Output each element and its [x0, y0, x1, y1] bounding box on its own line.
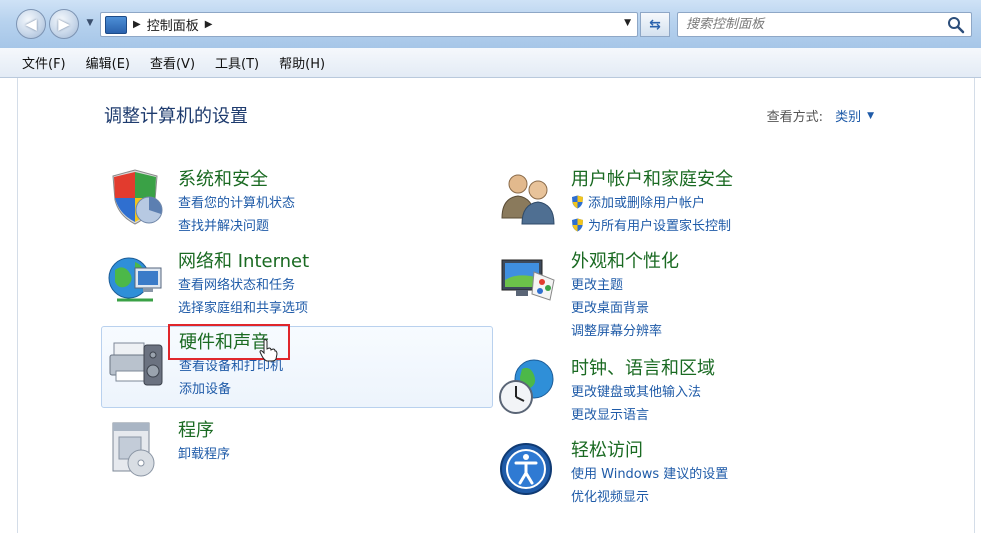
link-troubleshoot[interactable]: 查找并解决问题	[178, 215, 269, 234]
link-change-display-language[interactable]: 更改显示语言	[571, 404, 649, 423]
link-view-computer-status[interactable]: 查看您的计算机状态	[178, 192, 295, 211]
forward-button[interactable]: ▶	[49, 9, 79, 39]
arrow-right-icon: ▶	[58, 15, 70, 33]
category-clock-region: 时钟、语言和区域 更改键盘或其他输入法 更改显示语言	[494, 353, 886, 435]
category-title-system-security[interactable]: 系统和安全	[178, 165, 268, 191]
back-button[interactable]: ◀	[16, 9, 46, 39]
uac-shield-icon	[572, 195, 583, 209]
link-change-keyboard[interactable]: 更改键盘或其他输入法	[571, 381, 701, 400]
category-title-ease-of-access[interactable]: 轻松访问	[571, 436, 643, 462]
link-screen-resolution[interactable]: 调整屏幕分辨率	[571, 320, 662, 339]
link-desktop-background[interactable]: 更改桌面背景	[571, 297, 649, 316]
view-mode-label: 查看方式:	[766, 110, 824, 125]
uac-shield-icon	[572, 218, 583, 232]
link-optimize-video-display[interactable]: 优化视频显示	[571, 486, 649, 505]
ease-of-access-icon[interactable]	[498, 439, 558, 499]
link-add-remove-accounts-text: 添加或删除用户帐户	[588, 196, 706, 211]
search-input[interactable]	[686, 15, 936, 34]
menu-tools[interactable]: 工具(T)	[215, 53, 259, 72]
menu-help[interactable]: 帮助(H)	[279, 53, 325, 72]
link-add-remove-accounts[interactable]: 添加或删除用户帐户	[571, 192, 705, 211]
address-dropdown-icon[interactable]: ▼	[624, 18, 631, 28]
monitor-palette-icon[interactable]	[498, 250, 558, 310]
link-add-device[interactable]: 添加设备	[179, 378, 231, 397]
category-title-clock-region[interactable]: 时钟、语言和区域	[571, 354, 715, 380]
network-globe-icon[interactable]	[105, 250, 165, 310]
category-hardware-sound[interactable]: 硬件和声音 查看设备和打印机 添加设备	[101, 326, 493, 408]
search-box[interactable]	[677, 12, 972, 37]
category-title-appearance[interactable]: 外观和个性化	[571, 247, 679, 273]
link-parental-controls-text: 为所有用户设置家长控制	[588, 219, 732, 234]
users-icon[interactable]	[498, 168, 558, 228]
breadcrumb-chevron-icon[interactable]: ▶	[133, 19, 141, 30]
category-ease-of-access: 轻松访问 使用 Windows 建议的设置 优化视频显示	[494, 435, 886, 517]
category-programs: 程序 卸载程序	[101, 415, 493, 497]
breadcrumb-chevron-icon[interactable]: ▶	[205, 19, 213, 30]
link-homegroup-sharing[interactable]: 选择家庭组和共享选项	[178, 297, 308, 316]
printer-speaker-icon[interactable]	[106, 331, 166, 391]
menu-view[interactable]: 查看(V)	[150, 53, 195, 72]
programs-disc-icon[interactable]	[105, 419, 165, 479]
category-title-user-accounts[interactable]: 用户帐户和家庭安全	[571, 165, 733, 191]
page-title: 调整计算机的设置	[104, 106, 248, 127]
control-panel-icon	[105, 15, 127, 34]
link-uninstall-program[interactable]: 卸载程序	[178, 443, 230, 462]
category-title-network-internet[interactable]: 网络和 Internet	[178, 247, 309, 273]
link-recommended-settings[interactable]: 使用 Windows 建议的设置	[571, 463, 728, 482]
clock-globe-icon[interactable]	[498, 357, 558, 417]
refresh-button[interactable]: ⇆	[640, 12, 670, 37]
category-appearance: 外观和个性化 更改主题 更改桌面背景 调整屏幕分辨率	[494, 246, 886, 339]
recent-pages-dropdown[interactable]: ▼	[84, 18, 96, 30]
menu-edit[interactable]: 编辑(E)	[86, 53, 130, 72]
category-title-programs[interactable]: 程序	[178, 416, 214, 442]
address-bar[interactable]: ▶ 控制面板 ▶ ▼	[100, 12, 638, 37]
category-system-security: 系统和安全 查看您的计算机状态 查找并解决问题	[101, 164, 493, 246]
chevron-down-icon[interactable]: ▼	[867, 111, 874, 121]
arrow-left-icon: ◀	[25, 15, 37, 33]
title-bar: ◀ ▶ ▼ ▶ 控制面板 ▶ ▼ ⇆	[0, 0, 981, 48]
shield-chart-icon[interactable]	[105, 168, 165, 228]
breadcrumb-control-panel[interactable]: 控制面板	[147, 15, 199, 34]
category-user-accounts: 用户帐户和家庭安全 添加或删除用户帐户 为所有用户设置家长控制	[494, 164, 886, 246]
refresh-icon: ⇆	[649, 16, 661, 33]
control-panel-content: 调整计算机的设置 查看方式: 类别 ▼ 系统和安全 查看您的计算机状态 查找并解…	[17, 78, 975, 533]
view-mode-dropdown[interactable]: 类别	[835, 106, 861, 125]
link-change-theme[interactable]: 更改主题	[571, 274, 623, 293]
link-network-status[interactable]: 查看网络状态和任务	[178, 274, 295, 293]
menu-bar: 文件(F) 编辑(E) 查看(V) 工具(T) 帮助(H)	[0, 48, 981, 78]
link-parental-controls[interactable]: 为所有用户设置家长控制	[571, 215, 731, 234]
search-icon[interactable]	[947, 16, 965, 34]
category-network-internet: 网络和 Internet 查看网络状态和任务 选择家庭组和共享选项	[101, 246, 493, 328]
view-mode: 查看方式: 类别 ▼	[767, 106, 874, 125]
menu-file[interactable]: 文件(F)	[22, 53, 66, 72]
hand-cursor-icon	[259, 339, 278, 362]
